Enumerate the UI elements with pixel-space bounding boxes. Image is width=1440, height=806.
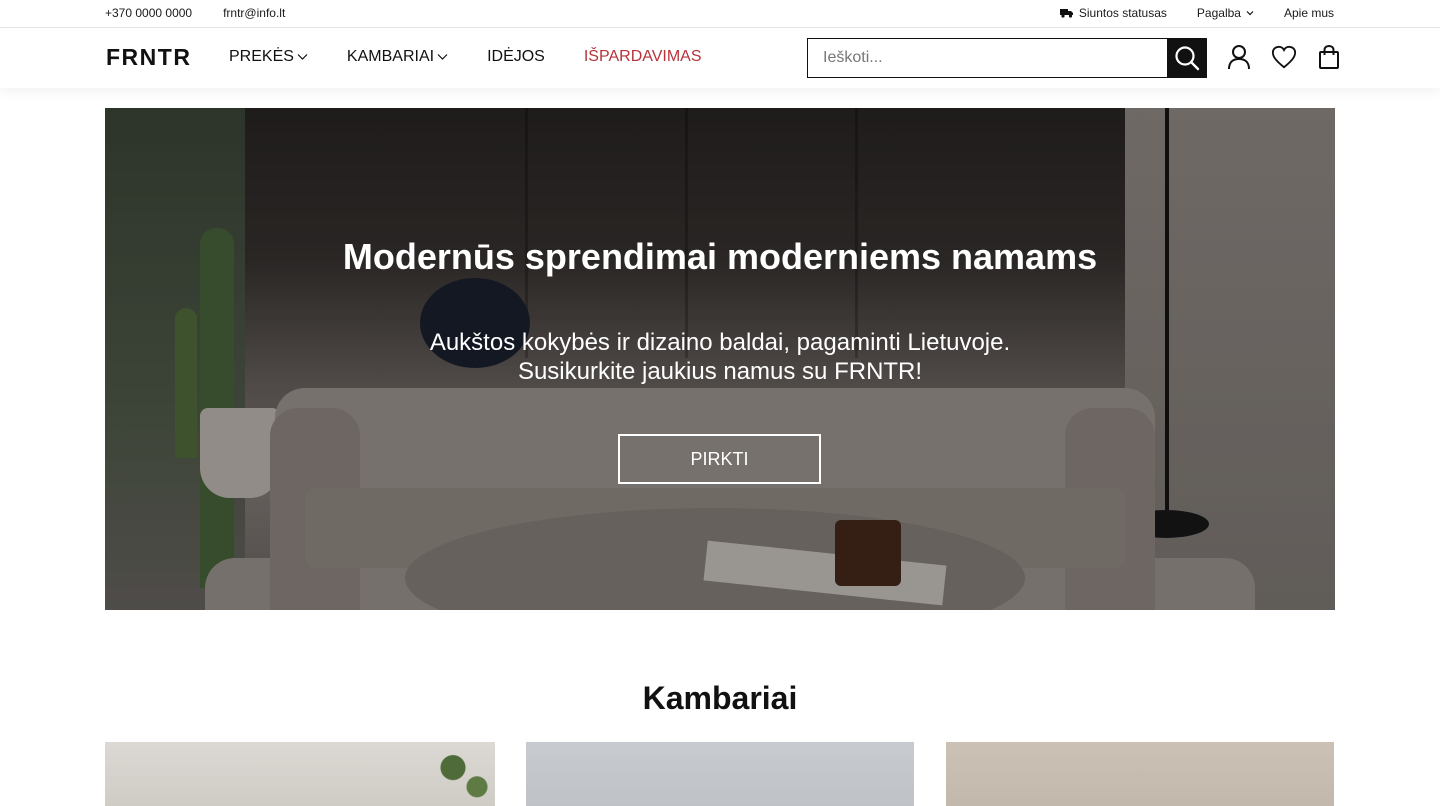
phone-link[interactable]: +370 0000 0000 xyxy=(105,6,192,20)
help-dropdown[interactable]: Pagalba xyxy=(1197,6,1254,20)
shipping-status-link[interactable]: Siuntos statusas xyxy=(1059,6,1167,20)
hero-subtitle-line: Susikurkite jaukius namus su FRNTR! xyxy=(517,358,923,385)
header-actions xyxy=(1226,44,1342,70)
nav-item-rooms[interactable]: KAMBARIAI xyxy=(347,48,448,66)
account-icon xyxy=(1228,45,1250,70)
search-icon xyxy=(1175,46,1200,71)
cart-button[interactable] xyxy=(1316,44,1342,70)
room-card[interactable] xyxy=(946,742,1334,806)
nav-item-label: PREKĖS xyxy=(229,48,294,65)
main-header: FRNTR PREKĖS KAMBARIAI IDĖJOS IŠPARDAVIM… xyxy=(0,29,1440,88)
help-label: Pagalba xyxy=(1196,6,1241,20)
search-input[interactable] xyxy=(807,38,1167,78)
hero-subtitle: Aukštos kokybės ir dizaino baldai, pagam… xyxy=(105,328,1335,386)
hero-banner: Modernūs sprendimai moderniems namams Au… xyxy=(105,108,1335,610)
search-bar xyxy=(807,38,1207,78)
rooms-section-title: Kambariai xyxy=(642,680,798,716)
nav-item-label: IŠPARDAVIMAS xyxy=(583,48,702,65)
email-link[interactable]: frntr@info.lt xyxy=(223,6,285,20)
main-navigation: PREKĖS KAMBARIAI IDĖJOS IŠPARDAVIMAS xyxy=(229,48,702,66)
shipping-status-label: Siuntos statusas xyxy=(1078,6,1167,20)
utility-links: Siuntos statusas Pagalba Apie mus xyxy=(1059,6,1334,20)
chevron-down-icon xyxy=(437,54,448,60)
truck-icon xyxy=(1059,9,1073,18)
nav-item-label: IDĖJOS xyxy=(487,48,545,65)
room-card[interactable] xyxy=(526,742,914,806)
shop-now-button[interactable]: PIRKTI xyxy=(618,434,821,484)
chevron-down-icon xyxy=(297,54,308,60)
nav-item-label: KAMBARIAI xyxy=(346,48,435,65)
nav-item-products[interactable]: PREKĖS xyxy=(229,48,308,66)
top-utility-bar: +370 0000 0000 frntr@info.lt Siuntos sta… xyxy=(0,0,1440,28)
hero-title: Modernūs sprendimai moderniems namams xyxy=(342,236,1098,277)
search-button[interactable] xyxy=(1167,38,1207,78)
contact-info: +370 0000 0000 frntr@info.lt xyxy=(105,6,285,20)
heart-icon xyxy=(1271,45,1297,69)
room-card[interactable] xyxy=(105,742,495,806)
chevron-down-icon xyxy=(1246,11,1254,16)
wishlist-button[interactable] xyxy=(1271,44,1297,70)
nav-item-sale[interactable]: IŠPARDAVIMAS xyxy=(584,48,702,66)
room-card-image-plant xyxy=(435,742,495,806)
site-logo[interactable]: FRNTR xyxy=(106,44,191,71)
nav-item-ideas[interactable]: IDĖJOS xyxy=(487,48,545,66)
account-button[interactable] xyxy=(1226,44,1252,70)
about-link[interactable]: Apie mus xyxy=(1284,6,1334,20)
hero-subtitle-line: Aukštos kokybės ir dizaino baldai, pagam… xyxy=(429,329,1011,356)
shopping-bag-icon xyxy=(1319,44,1339,69)
